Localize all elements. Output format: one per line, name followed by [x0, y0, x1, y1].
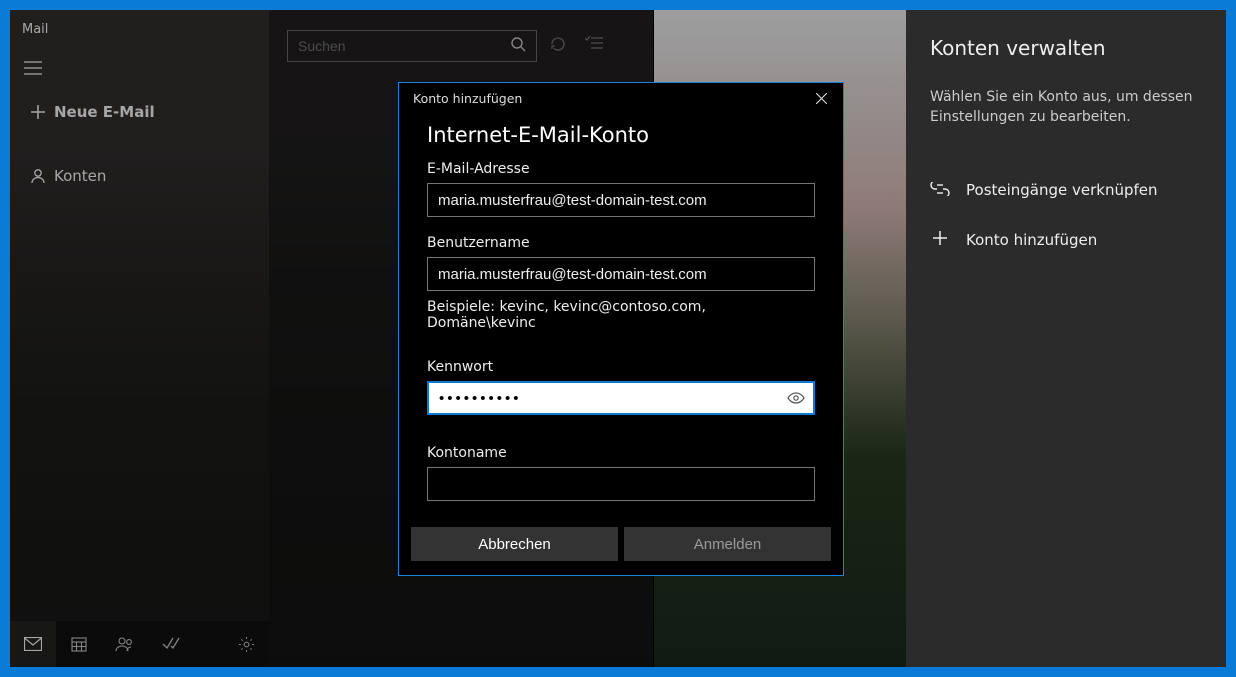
add-account-label: Konto hinzufügen	[966, 231, 1097, 249]
username-label: Benutzername	[427, 235, 815, 251]
plus-icon	[930, 230, 950, 251]
link-inboxes-action[interactable]: Posteingänge verknüpfen	[930, 165, 1202, 215]
add-account-action[interactable]: Konto hinzufügen	[930, 215, 1202, 265]
accountname-label: Kontoname	[427, 445, 815, 461]
password-label: Kennwort	[427, 359, 815, 375]
link-icon	[930, 180, 950, 201]
email-input[interactable]	[427, 183, 815, 217]
settings-flyout: Konten verwalten Wählen Sie ein Konto au…	[906, 10, 1226, 667]
settings-title: Konten verwalten	[930, 36, 1202, 60]
dialog-close-button[interactable]	[807, 86, 835, 110]
password-input[interactable]	[439, 390, 779, 407]
accountname-input[interactable]	[427, 467, 815, 501]
reveal-password-icon[interactable]	[787, 389, 805, 407]
cancel-button[interactable]: Abbrechen	[411, 527, 618, 561]
username-input[interactable]	[427, 257, 815, 291]
dialog-heading: Internet-E-Mail-Konto	[427, 123, 815, 147]
settings-description: Wählen Sie ein Konto aus, um dessen Eins…	[930, 88, 1202, 127]
password-field-wrap	[427, 381, 815, 415]
link-inboxes-label: Posteingänge verknüpfen	[966, 181, 1158, 199]
username-hint: Beispiele: kevinc, kevinc@contoso.com, D…	[427, 299, 815, 331]
add-account-dialog: Konto hinzufügen Internet-E-Mail-Konto E…	[398, 82, 844, 576]
app-window: Mail Neue E-Mail Konten	[10, 10, 1226, 667]
signin-button[interactable]: Anmelden	[624, 527, 831, 561]
email-label: E-Mail-Adresse	[427, 161, 815, 177]
dialog-title: Konto hinzufügen	[413, 91, 522, 106]
